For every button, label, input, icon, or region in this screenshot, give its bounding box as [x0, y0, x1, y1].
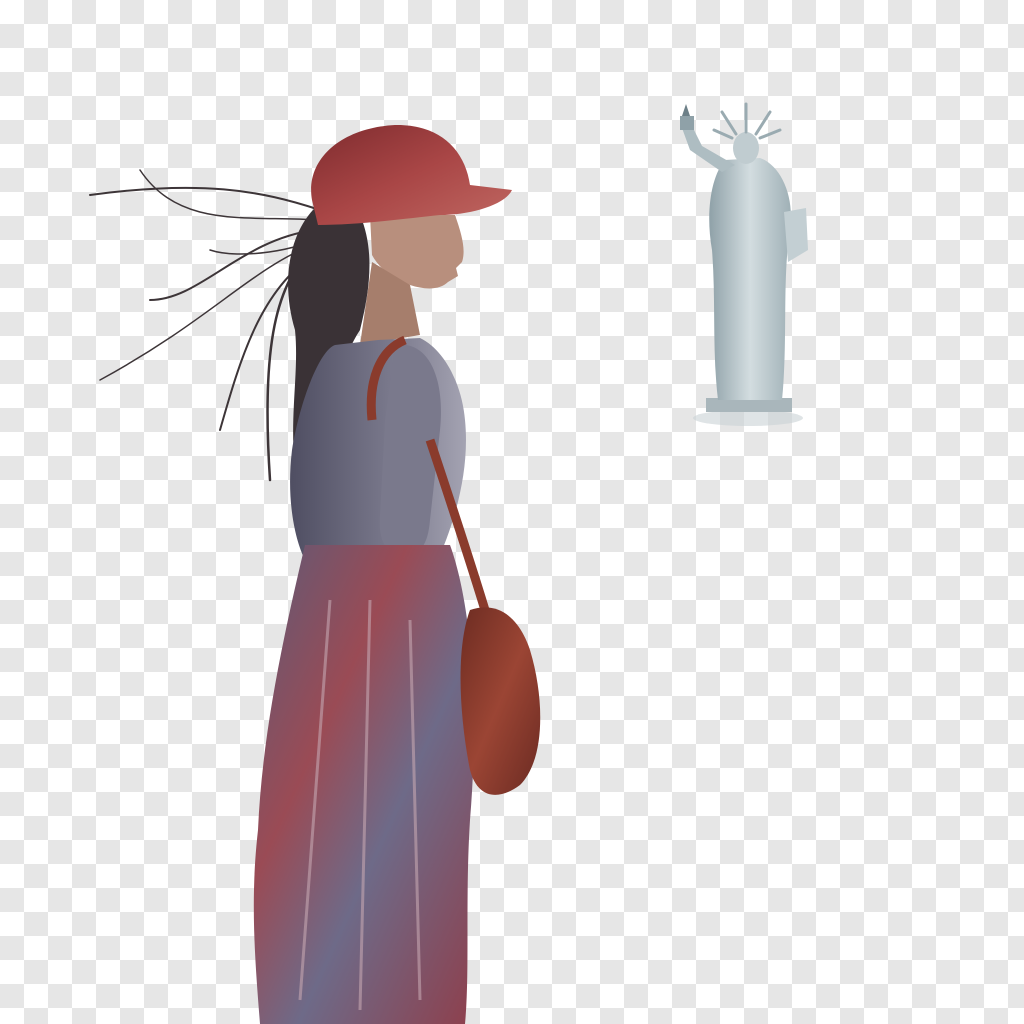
statue-shadow: [693, 410, 803, 426]
torch-icon: [680, 104, 694, 130]
statue-raised-arm: [682, 126, 735, 172]
woman-figure: [89, 124, 541, 1024]
statue-base: [706, 398, 792, 412]
skirt: [253, 545, 474, 1024]
transparent-background: [0, 0, 1024, 1024]
statue-tablet: [784, 208, 808, 262]
cap: [311, 124, 512, 225]
shoulder-bag: [460, 607, 541, 795]
crown-icon: [712, 102, 782, 140]
statue-robe: [709, 158, 791, 400]
statue-of-liberty: [680, 102, 808, 426]
statue-head: [733, 132, 759, 164]
illustration: [89, 102, 808, 1024]
flowing-hair: [89, 169, 323, 482]
